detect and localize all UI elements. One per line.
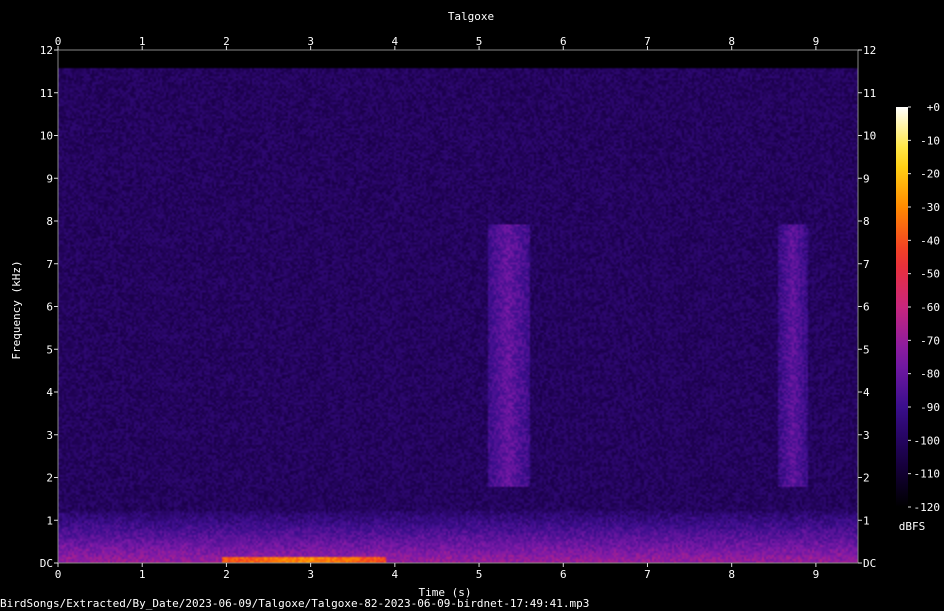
y-tick-label-left: 7 bbox=[46, 258, 53, 271]
colorbar-tick-label: -40 bbox=[920, 234, 940, 247]
colorbar-tick-label: -120 bbox=[914, 501, 941, 514]
x-tick-label-bottom: 3 bbox=[307, 568, 314, 581]
x-tick-label-bottom: 5 bbox=[476, 568, 483, 581]
x-tick-label-top: 2 bbox=[223, 35, 230, 48]
x-tick-label-bottom: 6 bbox=[560, 568, 567, 581]
x-tick-label-top: 7 bbox=[644, 35, 651, 48]
file-path-caption: BirdSongs/Extracted/By_Date/2023-06-09/T… bbox=[0, 597, 589, 610]
y-tick-label-left: 5 bbox=[46, 343, 53, 356]
y-tick-label-left: 8 bbox=[46, 215, 53, 228]
colorbar-tick-label: -60 bbox=[920, 301, 940, 314]
spectrogram-image bbox=[58, 50, 858, 563]
colorbar-tick-label: -100 bbox=[914, 434, 941, 447]
colorbar-tick-label: -70 bbox=[920, 334, 940, 347]
colorbar-tick-label: -30 bbox=[920, 201, 940, 214]
colorbar-tick-label: -10 bbox=[920, 134, 940, 147]
x-tick-label-top: 4 bbox=[392, 35, 399, 48]
y-tick-label-left: 4 bbox=[46, 386, 53, 399]
x-tick-label-bottom: 7 bbox=[644, 568, 651, 581]
x-tick-label-top: 5 bbox=[476, 35, 483, 48]
y-tick-label-right: 4 bbox=[863, 386, 870, 399]
x-tick-label-bottom: 9 bbox=[813, 568, 820, 581]
y-tick-label-right: 1 bbox=[863, 514, 870, 527]
x-axis-top: 0 1 2 3 4 5 6 7 8 9 bbox=[55, 35, 820, 50]
y-tick-label-right: 11 bbox=[863, 87, 876, 100]
x-tick-label-bottom: 2 bbox=[223, 568, 230, 581]
colorbar-label: dBFS bbox=[899, 520, 926, 533]
y-axis-left: DC123456789101112 bbox=[40, 44, 58, 570]
x-tick-label-top: 8 bbox=[728, 35, 735, 48]
chart-title: Talgoxe bbox=[448, 10, 494, 23]
x-tick-label-bottom: 0 bbox=[55, 568, 62, 581]
x-tick-label-bottom: 1 bbox=[139, 568, 146, 581]
colorbar-gradient bbox=[896, 107, 908, 507]
y-tick-label-right: 3 bbox=[863, 429, 870, 442]
y-tick-label-right: 5 bbox=[863, 343, 870, 356]
y-tick-label-left: 11 bbox=[40, 87, 53, 100]
y-tick-label-right: 10 bbox=[863, 130, 876, 143]
y-tick-label-left: 9 bbox=[46, 172, 53, 185]
x-tick-label-bottom: 8 bbox=[728, 568, 735, 581]
spectrogram-figure: Talgoxe 0123456789 0123456789 DC12345678… bbox=[0, 10, 940, 610]
spectrogram-plot-area bbox=[58, 50, 858, 563]
y-tick-label-left: 10 bbox=[40, 130, 53, 143]
y-tick-label-right: 12 bbox=[863, 44, 876, 57]
y-tick-label-right: 2 bbox=[863, 472, 870, 485]
y-axis-right: DC123456789101112 bbox=[858, 44, 876, 570]
colorbar-tick-label: +0 bbox=[927, 101, 940, 114]
y-tick-label-right: 8 bbox=[863, 215, 870, 228]
y-tick-label-right: 7 bbox=[863, 258, 870, 271]
colorbar-tick-label: -20 bbox=[920, 168, 940, 181]
y-tick-label-left: 3 bbox=[46, 429, 53, 442]
y-tick-label-left: 12 bbox=[40, 44, 53, 57]
y-tick-label-right: 9 bbox=[863, 172, 870, 185]
y-axis-label: Frequency (kHz) bbox=[10, 260, 23, 359]
x-tick-label-top: 9 bbox=[813, 35, 820, 48]
x-axis-bottom: 0 1 2 3 4 5 6 7 8 9 bbox=[55, 563, 820, 581]
y-tick-label-left: 2 bbox=[46, 472, 53, 485]
x-tick-label-bottom: 4 bbox=[392, 568, 399, 581]
colorbar-ticks: +0 -10 -20 -30 -40 -50 -60 -70 -80 -90 -100 -110 -12… bbox=[908, 101, 940, 514]
y-tick-label-left: DC bbox=[40, 557, 53, 570]
y-tick-label-left: 6 bbox=[46, 301, 53, 314]
colorbar: +0 -10 -20 -30 -40 -50 -60 -70 -80 -90 -100 -110 -12… bbox=[896, 101, 940, 533]
x-tick-label-top: 1 bbox=[139, 35, 146, 48]
y-tick-label-left: 1 bbox=[46, 514, 53, 527]
x-tick-label-top: 6 bbox=[560, 35, 567, 48]
colorbar-tick-label: -90 bbox=[920, 401, 940, 414]
colorbar-tick-label: -110 bbox=[914, 468, 941, 481]
y-tick-label-right: DC bbox=[863, 557, 876, 570]
colorbar-tick-label: -50 bbox=[920, 268, 940, 281]
x-tick-label-top: 0 bbox=[55, 35, 62, 48]
colorbar-tick-label: -80 bbox=[920, 368, 940, 381]
x-tick-label-top: 3 bbox=[307, 35, 314, 48]
y-tick-label-right: 6 bbox=[863, 301, 870, 314]
